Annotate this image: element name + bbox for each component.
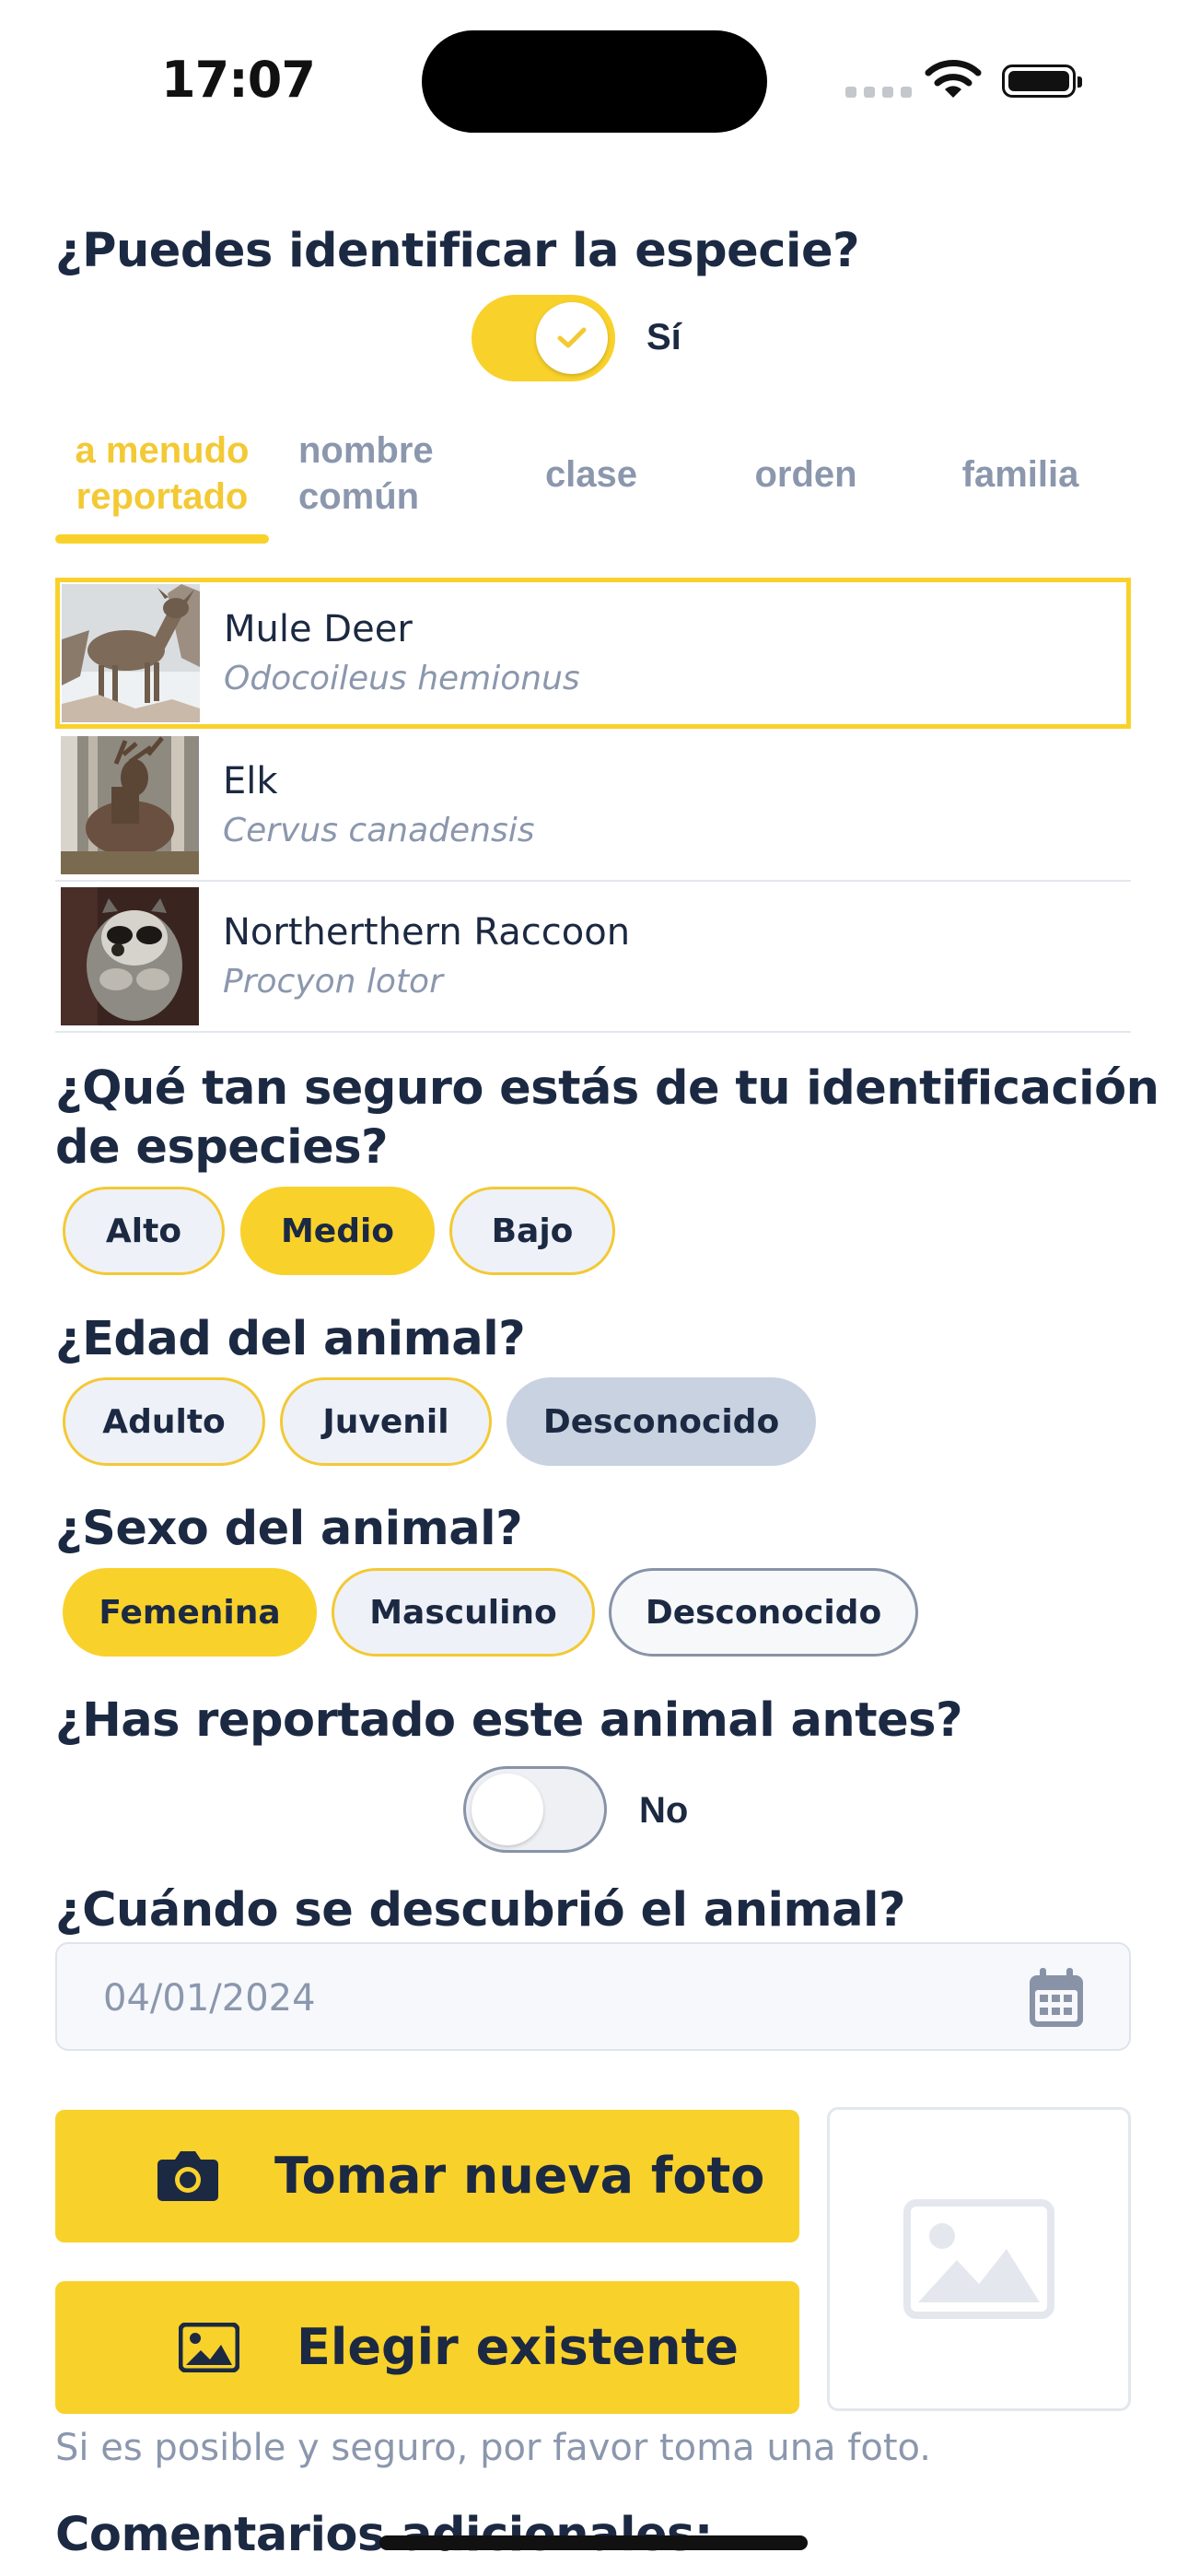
tab-class[interactable]: clase xyxy=(499,451,683,498)
confidence-question: ¿Qué tan seguro estás de tu identificaci… xyxy=(55,1060,1159,1177)
tab-family[interactable]: familia xyxy=(928,451,1112,498)
status-time: 17:07 xyxy=(161,51,316,109)
species-scientific-name: Procyon lotor xyxy=(223,963,443,1001)
tab-label-line1: nombre xyxy=(298,430,434,471)
choose-existing-button[interactable]: Elegir existente xyxy=(55,2281,799,2414)
identify-toggle-label: Sí xyxy=(646,317,681,357)
age-adult-button[interactable]: Adulto xyxy=(63,1377,265,1466)
species-scientific-name: Odocoileus hemionus xyxy=(224,660,580,697)
take-photo-button[interactable]: Tomar nueva foto xyxy=(55,2110,799,2242)
tab-label-line1: a menudo xyxy=(75,430,250,471)
confidence-question-line2: de especies? xyxy=(55,1120,389,1175)
sex-unknown-button[interactable]: Desconocido xyxy=(609,1568,918,1657)
identify-question: ¿Puedes identificar la especie? xyxy=(55,224,860,278)
reported-before-toggle[interactable] xyxy=(463,1766,607,1853)
age-unknown-button[interactable]: Desconocido xyxy=(507,1377,816,1466)
sex-question: ¿Sexo del animal? xyxy=(55,1502,523,1556)
reported-before-question: ¿Has reportado este animal antes? xyxy=(55,1693,963,1748)
cellular-signal-icon xyxy=(845,87,912,98)
toggle-knob xyxy=(472,1774,543,1845)
confidence-high-button[interactable]: Alto xyxy=(63,1187,225,1275)
elk-photo xyxy=(61,736,199,874)
tab-label-line2: reportado xyxy=(76,476,249,517)
species-common-name: Elk xyxy=(223,760,278,802)
species-row-raccoon[interactable]: Northerthern Raccoon Procyon lotor xyxy=(55,882,1131,1033)
take-photo-label: Tomar nueva foto xyxy=(274,2147,765,2205)
camera-icon xyxy=(157,2151,218,2201)
mule-deer-photo xyxy=(62,584,200,722)
species-common-name: Mule Deer xyxy=(224,608,413,650)
discovered-question: ¿Cuándo se descubrió el animal? xyxy=(55,1883,906,1938)
species-row-elk[interactable]: Elk Cervus canadensis xyxy=(55,731,1131,882)
confidence-question-line1: ¿Qué tan seguro estás de tu identificaci… xyxy=(55,1061,1159,1116)
reported-before-toggle-label: No xyxy=(639,1790,689,1831)
sex-male-button[interactable]: Masculino xyxy=(332,1568,595,1657)
image-icon xyxy=(179,2323,239,2372)
tab-often-reported[interactable]: a menudo reportado xyxy=(55,427,269,520)
toggle-knob xyxy=(536,302,608,374)
tab-common-name[interactable]: nombre común xyxy=(278,427,462,520)
species-scientific-name: Cervus canadensis xyxy=(223,812,535,849)
tab-order[interactable]: orden xyxy=(714,451,898,498)
battery-icon xyxy=(1002,64,1082,98)
home-indicator xyxy=(379,2535,808,2550)
photo-preview xyxy=(827,2107,1131,2411)
species-common-name: Northerthern Raccoon xyxy=(223,911,631,954)
identify-toggle[interactable] xyxy=(472,295,615,381)
confidence-medium-button[interactable]: Medio xyxy=(240,1187,435,1275)
species-row-mule-deer[interactable]: Mule Deer Odocoileus hemionus xyxy=(55,578,1131,729)
dynamic-island xyxy=(422,30,767,133)
photo-hint: Si es posible y seguro, por favor toma u… xyxy=(55,2427,931,2469)
date-value: 04/01/2024 xyxy=(103,1977,316,2020)
active-tab-indicator xyxy=(55,534,269,544)
tab-label-line2: común xyxy=(298,476,420,517)
image-placeholder-icon xyxy=(903,2199,1054,2319)
choose-existing-label: Elegir existente xyxy=(297,2318,740,2376)
age-question: ¿Edad del animal? xyxy=(55,1312,526,1366)
age-juvenile-button[interactable]: Juvenil xyxy=(280,1377,492,1466)
sex-female-button[interactable]: Femenina xyxy=(63,1568,317,1657)
confidence-low-button[interactable]: Bajo xyxy=(449,1187,615,1275)
wifi-icon xyxy=(925,60,982,98)
discovered-date-field[interactable]: 04/01/2024 xyxy=(55,1942,1131,2051)
raccoon-photo xyxy=(61,887,199,1025)
calendar-icon[interactable] xyxy=(1027,1966,1086,2031)
check-icon xyxy=(557,327,587,348)
